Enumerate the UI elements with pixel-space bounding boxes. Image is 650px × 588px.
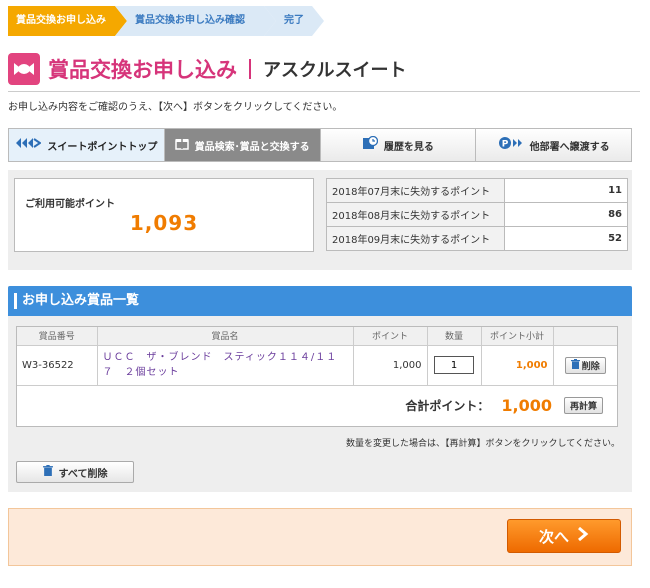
delete-label: 削除	[581, 361, 600, 372]
expiry-row: 2018年09月末に失効するポイント 52	[326, 226, 628, 251]
chevron-right-icon	[577, 526, 589, 545]
recalc-note: 数量を変更した場合は、【再計算】ボタンをクリックしてください。	[346, 439, 620, 449]
nav-prize-search[interactable]: 賞品検索･賞品と交換する	[164, 129, 321, 161]
step-label: 完了	[284, 15, 304, 26]
column-header: ポイント	[353, 327, 428, 346]
nav-label: 他部署へ譲渡する	[529, 141, 610, 153]
expiry-row: 2018年07月末に失効するポイント 11	[326, 178, 628, 203]
available-points-label: ご利用可能ポイント	[25, 199, 115, 210]
nav-suite-top[interactable]: スイートポイントトップ	[9, 129, 165, 161]
gift-icon	[174, 136, 189, 154]
expiry-value: 86	[504, 202, 628, 227]
column-header: 数量	[427, 327, 482, 346]
expiry-row: 2018年08月末に失効するポイント 86	[326, 202, 628, 227]
item-points: 1,000	[353, 345, 428, 386]
quantity-input[interactable]	[434, 356, 474, 374]
title-divider	[249, 58, 251, 79]
delete-item-button[interactable]: 削除	[564, 356, 606, 374]
column-header: 賞品名	[97, 327, 354, 346]
nav-label: 賞品検索･賞品と交換する	[194, 141, 310, 153]
item-name-link[interactable]: ＵＣＣ ザ・ブレンド スティック１１４/１１７ ２個セット	[97, 345, 354, 386]
delete-all-button[interactable]: すべて削除	[16, 461, 134, 483]
total-label: 合計ポイント：	[405, 399, 490, 413]
history-icon	[362, 135, 379, 154]
progress-steps: 賞品交換お申し込み 賞品交換お申し込み確認 完了	[8, 6, 324, 36]
expiry-value: 52	[504, 226, 628, 251]
expiry-label: 2018年07月末に失効するポイント	[326, 178, 505, 203]
total-row: 合計ポイント： 1,000 再計算	[17, 386, 617, 426]
available-points-box: ご利用可能ポイント 1,093	[14, 178, 314, 252]
expiry-label: 2018年09月末に失効するポイント	[326, 226, 505, 251]
expiry-value: 11	[504, 178, 628, 203]
expiry-label: 2018年08月末に失効するポイント	[326, 202, 505, 227]
item-code: W3-36522	[17, 345, 98, 386]
trash-icon	[42, 465, 53, 479]
nav-label: スイートポイントトップ	[47, 141, 158, 153]
transfer-icon: P	[498, 136, 524, 154]
next-label: 次へ	[538, 527, 569, 546]
page-subtitle: アスクルスイート	[263, 59, 407, 81]
qty-cell	[427, 345, 482, 386]
candy-icon	[8, 52, 40, 85]
total-value: 1,000	[501, 396, 552, 415]
page-header: 賞品交換お申し込み アスクルスイート	[8, 52, 640, 92]
intro-text: お申し込み内容をご確認のうえ、【次へ】ボタンをクリックしてください。	[8, 102, 343, 113]
column-header	[553, 327, 617, 346]
nav-transfer[interactable]: P 他部署へ譲渡する	[476, 129, 631, 161]
order-list: 賞品番号 賞品名 ポイント 数量 ポイント小計 W3-36522 ＵＣＣ ザ・ブ…	[16, 326, 618, 427]
trash-icon	[570, 358, 580, 372]
main-nav: スイートポイントトップ 賞品検索･賞品と交換する 履歴を見る P 他部署へ譲渡す…	[8, 128, 632, 162]
step-current: 賞品交換お申し込み	[8, 6, 127, 36]
available-points-value: 1,093	[129, 211, 199, 235]
next-button[interactable]: 次へ	[507, 519, 621, 553]
order-section: お申し込み賞品一覧 賞品番号 賞品名 ポイント 数量 ポイント小計 W3-365…	[8, 286, 632, 492]
svg-text:P: P	[501, 140, 508, 150]
nav-history[interactable]: 履歴を見る	[320, 129, 477, 161]
column-header: ポイント小計	[481, 327, 554, 346]
column-header: 賞品番号	[17, 327, 98, 346]
page-title: 賞品交換お申し込み	[48, 57, 237, 82]
order-heading: お申し込み賞品一覧	[8, 286, 632, 316]
table-row: W3-36522 ＵＣＣ ザ・ブレンド スティック１１４/１１７ ２個セット 1…	[17, 345, 617, 386]
step-label: 賞品交換お申し込み確認	[135, 15, 245, 26]
next-area: 次へ	[8, 508, 632, 566]
recalculate-button[interactable]: 再計算	[563, 397, 603, 414]
step-label: 賞品交換お申し込み	[16, 15, 106, 26]
item-subtotal: 1,000	[481, 345, 554, 386]
delete-all-label: すべて削除	[58, 468, 108, 480]
step-confirm: 賞品交換お申し込み確認	[115, 6, 276, 36]
points-summary: ご利用可能ポイント 1,093 2018年07月末に失効するポイント 11 201…	[8, 170, 632, 270]
suite-logo-icon	[15, 137, 43, 153]
step-complete: 完了	[264, 6, 324, 36]
action-cell: 削除	[553, 345, 617, 386]
nav-label: 履歴を見る	[383, 141, 434, 153]
expiry-table: 2018年07月末に失効するポイント 11 2018年08月末に失効するポイント 8…	[326, 178, 628, 251]
table-header-row: 賞品番号 賞品名 ポイント 数量 ポイント小計	[17, 327, 617, 346]
